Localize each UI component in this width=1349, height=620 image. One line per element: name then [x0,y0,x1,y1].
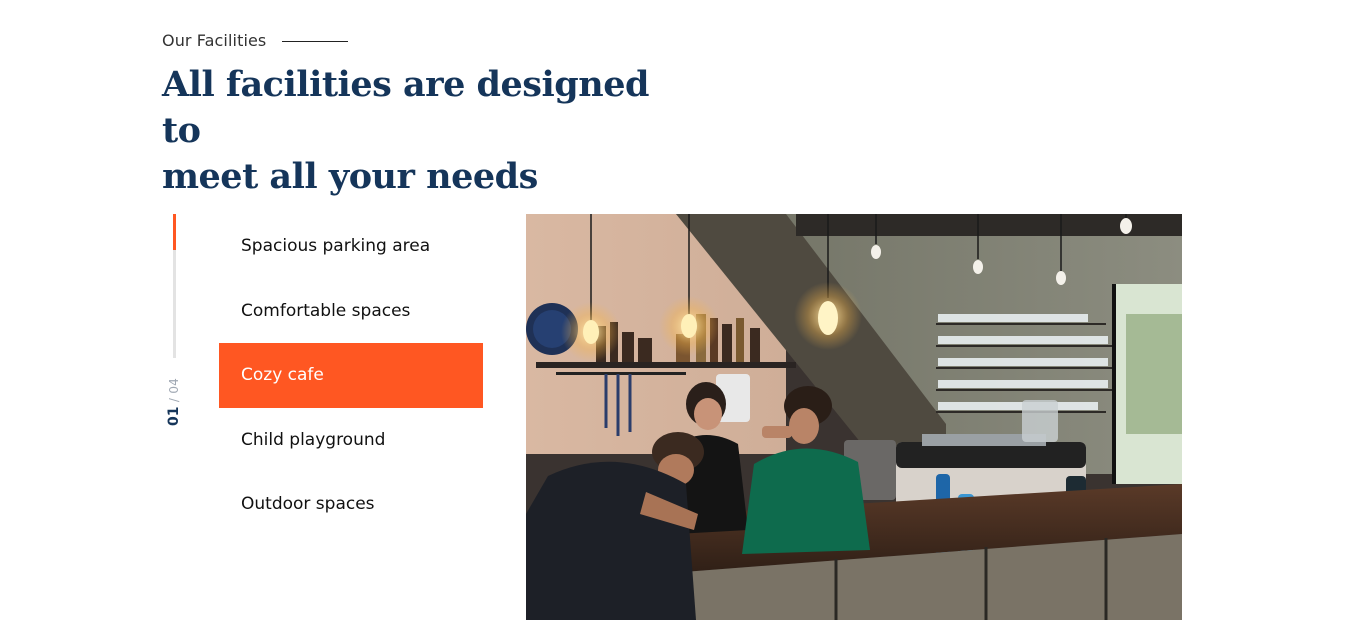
heading-line-1: All facilities are designed to [162,64,649,151]
facility-label: Outdoor spaces [241,494,375,515]
counter-current: 01 [166,406,182,426]
facility-item-playground[interactable]: Child playground [219,408,483,473]
facility-label: Child playground [241,429,386,450]
eyebrow-divider [282,41,349,42]
facility-item-comfortable-spaces[interactable]: Comfortable spaces [219,279,483,344]
slide-counter: 01 / 04 [166,378,182,426]
facilities-menu: Spacious parking area Comfortable spaces… [219,214,483,537]
section-eyebrow: Our Facilities [162,31,349,50]
counter-total: 04 [167,378,181,394]
eyebrow-label: Our Facilities [162,31,267,50]
facility-label: Cozy cafe [241,365,324,386]
facility-item-outdoor[interactable]: Outdoor spaces [219,472,483,537]
facility-item-parking[interactable]: Spacious parking area [219,214,483,279]
facility-label: Spacious parking area [241,236,431,257]
heading-line-2: meet all your needs [162,156,538,197]
cafe-interior-photo [526,214,1182,620]
facility-item-cafe[interactable]: Cozy cafe [219,343,483,408]
facility-photo [526,214,1182,620]
counter-separator: / [167,398,181,403]
slider-progress-fill [173,214,176,250]
facility-label: Comfortable spaces [241,300,411,321]
slider-progress-track [173,214,176,358]
section-heading: All facilities are designed to meet all … [162,62,682,200]
